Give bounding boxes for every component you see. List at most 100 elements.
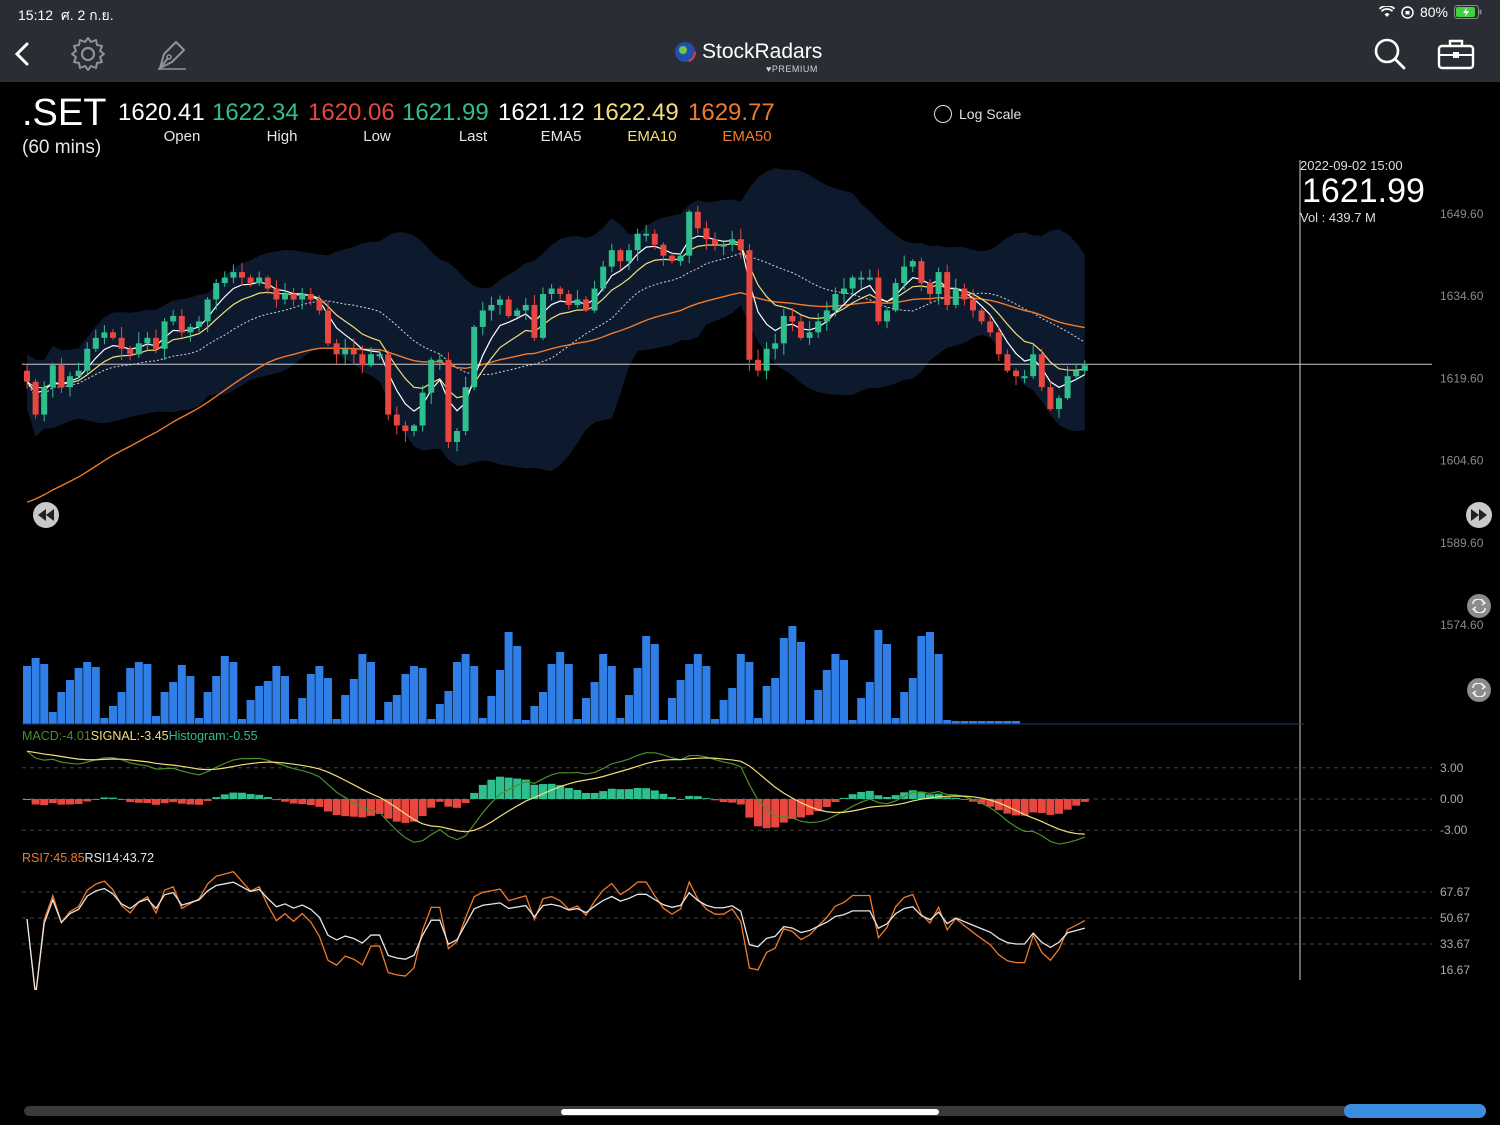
volume-bar	[272, 666, 281, 724]
candle-body	[961, 288, 968, 300]
bollinger-band	[27, 168, 1085, 472]
macd-histogram-bar	[539, 784, 547, 799]
price-chart[interactable]: 1649.60 1634.60 1619.60 1604.60 1589.60 1574.…	[0, 150, 1500, 990]
candle-body	[626, 250, 632, 262]
volume-bar	[754, 718, 762, 724]
candle-body	[1038, 354, 1045, 388]
volume-bar	[513, 646, 522, 724]
app-bar: StockRadars ♥PREMIUM	[0, 26, 1500, 82]
macd-histogram-bar	[633, 788, 642, 799]
candle-body	[798, 321, 804, 338]
candle-body	[58, 365, 65, 388]
candle-body	[591, 288, 598, 311]
volume-bar	[298, 698, 307, 724]
macd-histogram-bar	[625, 789, 633, 799]
candle-body	[557, 288, 564, 295]
macd-axis-tick: 0.00	[1440, 792, 1464, 806]
macd-histogram-bar	[238, 792, 246, 799]
macd-histogram-bar	[349, 799, 358, 817]
settings-button[interactable]	[66, 32, 110, 76]
swap-indicator-button-2[interactable]	[1467, 678, 1491, 702]
macd-histogram-bar	[435, 799, 444, 802]
candle-body	[927, 283, 933, 295]
candle-body	[67, 376, 73, 388]
candle-body	[505, 299, 512, 316]
macd-histogram-bar	[487, 779, 496, 799]
macd-histogram-bar	[229, 792, 238, 799]
volume-bar	[48, 712, 57, 724]
macd-histogram-bar	[788, 799, 797, 819]
volume-bar	[891, 718, 900, 724]
candle-body	[41, 387, 48, 415]
rsi-axis-tick: 16.67	[1440, 963, 1470, 977]
candle-body	[368, 354, 374, 366]
candle-body	[376, 354, 383, 357]
candle-body	[307, 294, 314, 300]
candle-body	[471, 326, 478, 388]
candle-body	[918, 261, 925, 284]
histogram-label: Histogram:-0.55	[168, 729, 258, 743]
macd-histogram-bar	[57, 799, 66, 805]
search-button[interactable]	[1368, 32, 1412, 76]
candle-body	[737, 239, 744, 251]
candle-body	[342, 348, 349, 355]
volume-bar	[900, 692, 909, 724]
portfolio-button[interactable]	[1434, 32, 1478, 76]
candle-body	[24, 370, 30, 382]
candle-body	[1081, 365, 1088, 371]
volume-bar	[625, 695, 633, 724]
candle-body	[153, 337, 159, 349]
log-scale-toggle[interactable]: Log Scale	[934, 105, 1021, 123]
candle-body	[411, 425, 417, 432]
candle-body	[746, 250, 753, 360]
volume-bar	[74, 668, 83, 724]
last-value: 1621.99	[402, 99, 489, 126]
candle-body	[333, 343, 340, 355]
candle-body	[935, 272, 942, 295]
swap-indicator-button-1[interactable]	[1467, 594, 1491, 618]
candle-body	[643, 233, 650, 236]
volume-bar	[650, 644, 659, 724]
macd-axis-tick: -3.00	[1440, 823, 1468, 837]
candle-body	[772, 343, 779, 349]
rsi7-line	[26, 870, 1086, 990]
macd-histogram-bar	[840, 797, 848, 799]
cursor-price: 1621.99	[1302, 172, 1425, 210]
volume-bar	[375, 720, 384, 724]
draw-tool-button[interactable]	[150, 32, 194, 76]
scroll-forward-button[interactable]	[1466, 502, 1492, 528]
candle-body	[823, 310, 830, 322]
candle-body	[755, 359, 761, 371]
volume-bar	[134, 662, 143, 724]
macd-histogram-bar	[650, 790, 659, 799]
macd-histogram-bar	[736, 799, 745, 805]
candle-body	[282, 294, 288, 300]
price-axis-tick: 1589.60	[1440, 536, 1484, 550]
macd-histogram-bar	[573, 789, 582, 799]
macd-axis-tick: 3.00	[1440, 761, 1464, 775]
candle-body	[763, 348, 770, 371]
scroll-back-button[interactable]	[33, 502, 59, 528]
candle-body	[221, 277, 228, 284]
volume-bar	[478, 718, 487, 724]
rsi-axis-tick: 33.67	[1440, 937, 1470, 951]
rsi-legend: RSI7:45.85RSI14:43.72	[22, 851, 154, 865]
macd-histogram-bar	[865, 790, 874, 799]
back-button[interactable]	[0, 32, 44, 76]
candle-body	[677, 255, 684, 262]
volume-bar	[702, 666, 711, 724]
macd-histogram-bar	[134, 799, 143, 803]
volume-bar	[728, 688, 737, 724]
volume-bar	[427, 719, 436, 724]
macd-histogram-bar	[31, 799, 40, 805]
app-brand: StockRadars ♥PREMIUM	[674, 40, 822, 74]
candle-body	[144, 337, 151, 344]
premium-badge: ♥PREMIUM	[766, 64, 818, 74]
candle-body	[565, 294, 572, 305]
macd-histogram-bar	[263, 797, 272, 799]
chart-scroll-thumb[interactable]	[1344, 1104, 1486, 1118]
volume-bar	[676, 680, 685, 724]
macd-legend: MACD:-4.01SIGNAL:-3.45Histogram:-0.55	[22, 729, 258, 743]
candle-body	[815, 321, 822, 333]
volume-bar	[109, 706, 117, 724]
